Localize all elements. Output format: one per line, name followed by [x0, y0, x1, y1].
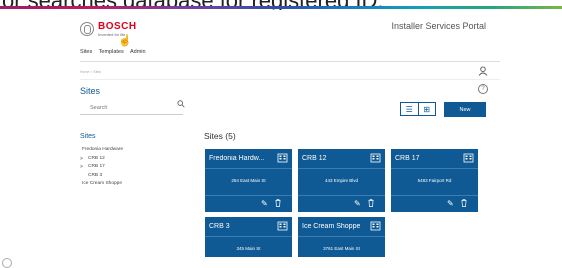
view-toggle: ☰ ⊞: [400, 102, 436, 116]
site-card[interactable]: CRB 3 345 Main St: [205, 217, 292, 257]
site-card-title: Ice Cream Shoppe: [302, 223, 361, 230]
card-divider: [205, 236, 292, 237]
edit-icon[interactable]: ✎: [354, 199, 361, 208]
site-card-title: CRB 12: [302, 155, 327, 162]
trash-icon[interactable]: [275, 199, 281, 207]
page-title: Sites: [80, 86, 101, 96]
site-card-address: 3761 East Main St: [323, 246, 360, 251]
site-card-address: 345 Main St: [236, 246, 261, 251]
search-icon[interactable]: ⚲: [175, 98, 188, 111]
card-divider: [298, 168, 385, 169]
building-icon: [277, 221, 288, 231]
card-divider: [205, 195, 292, 196]
nav-sites[interactable]: Sites: [80, 49, 92, 55]
new-button[interactable]: New: [444, 102, 486, 117]
trash-icon[interactable]: [368, 199, 374, 207]
card-divider: [391, 195, 478, 196]
tree-item-ice-cream[interactable]: Ice Cream Shoppe: [82, 180, 123, 189]
building-icon: [370, 221, 381, 231]
edit-icon[interactable]: ✎: [447, 199, 454, 208]
list-view-icon[interactable]: ☰: [401, 103, 418, 115]
site-card[interactable]: CRB 12 443 Empire Blvd ✎: [298, 149, 385, 212]
card-divider: [391, 168, 478, 169]
grid-view-icon[interactable]: ⊞: [417, 103, 436, 115]
site-card[interactable]: Fredonia Hardw... 254 East Main St ✎: [205, 149, 292, 212]
top-nav: Sites Templates Admin: [80, 49, 151, 55]
nav-templates[interactable]: Templates: [99, 49, 124, 55]
tree-caret-icon[interactable]: >: [80, 155, 83, 164]
tree-item-crb17[interactable]: > CRB 17: [80, 163, 123, 172]
tree-item-label: Ice Cream Shoppe: [82, 181, 122, 186]
edit-icon[interactable]: ✎: [261, 199, 268, 208]
sites-count-heading: Sites (5): [204, 131, 236, 141]
search-input[interactable]: [90, 103, 170, 112]
building-icon: [463, 153, 474, 163]
user-icon[interactable]: [478, 66, 488, 76]
tree-item-crb12[interactable]: > CRB 12: [80, 155, 123, 164]
tree-item-crb3[interactable]: CRB 3: [82, 172, 123, 181]
site-card[interactable]: CRB 17 5483 Fairport Rd ✎: [391, 149, 478, 212]
portal-title: Installer Services Portal: [391, 21, 486, 31]
brand-rainbow-bar: [0, 6, 562, 9]
site-card[interactable]: Ice Cream Shoppe 3761 East Main St: [298, 217, 385, 257]
breadcrumb-home[interactable]: Home: [80, 70, 89, 74]
card-divider: [298, 236, 385, 237]
tree-item-label: CRB 17: [88, 164, 105, 169]
tree-item-label: Fredonia Hardware: [82, 147, 124, 152]
site-tree: Fredonia Hardware > CRB 12 > CRB 17 CRB 3 …: [80, 146, 123, 189]
building-icon: [370, 153, 381, 163]
site-card-title: CRB 17: [395, 155, 420, 162]
search-box: ⚲: [80, 98, 188, 115]
tree-caret-icon[interactable]: >: [80, 163, 83, 172]
nav-divider: [80, 61, 500, 62]
tree-item-fredonia[interactable]: Fredonia Hardware: [82, 146, 123, 155]
site-card-address: 5483 Fairport Rd: [417, 178, 452, 183]
site-card-title: Fredonia Hardw...: [209, 155, 265, 162]
breadcrumb-current: Sites: [93, 70, 102, 74]
building-icon: [277, 153, 288, 163]
trash-icon[interactable]: [461, 199, 467, 207]
site-card-title: CRB 3: [209, 223, 230, 230]
bosch-logo-icon: [80, 22, 94, 36]
brand-name: BOSCH: [98, 21, 137, 32]
breadcrumb: Home > Sites: [80, 70, 101, 74]
mouse-cursor-icon: ☝: [118, 35, 132, 47]
site-card-address: 254 East Main St: [231, 178, 266, 183]
help-icon[interactable]: ?: [478, 84, 488, 94]
site-card-address: 443 Empire Blvd: [324, 178, 359, 183]
card-divider: [298, 195, 385, 196]
tree-title[interactable]: Sites: [80, 133, 96, 140]
breadcrumb-divider: [80, 79, 500, 80]
tree-item-label: CRB 3: [88, 172, 103, 178]
nav-admin[interactable]: Admin: [130, 49, 146, 55]
card-divider: [205, 168, 292, 169]
tree-item-label: CRB 12: [88, 155, 105, 161]
